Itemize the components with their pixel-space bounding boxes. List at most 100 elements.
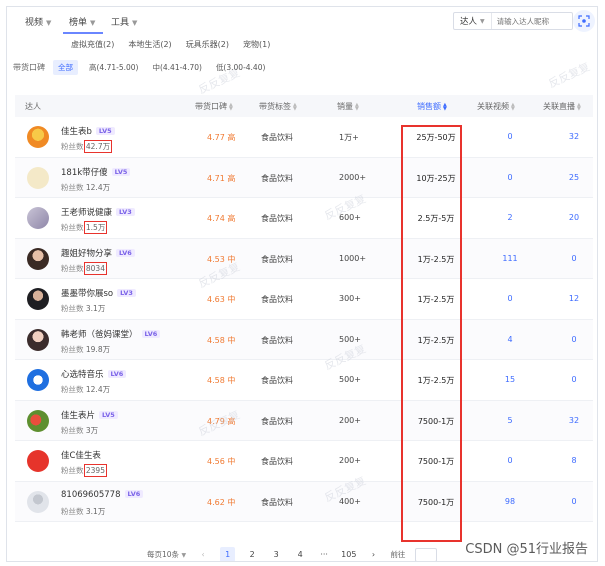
creator-name[interactable]: 心选特音乐 LV6 [61, 368, 127, 380]
table-row[interactable]: 佳生表片 LV5 粉丝数 3万 4.79 高食品饮料 200+ 7500-1万 5 32 [15, 400, 593, 441]
videos-link[interactable]: 0 [485, 132, 535, 141]
table-row[interactable]: 王老师说健康 LV3 粉丝数 1.5万 4.74 高食品饮料 600+ 2.5万-5万 2 2… [15, 198, 593, 239]
score-cell: 4.56 中 [207, 457, 236, 466]
next-page-button[interactable]: › [366, 550, 380, 559]
videos-link[interactable]: 98 [485, 497, 535, 506]
avatar[interactable] [27, 409, 49, 432]
avatar[interactable] [27, 166, 49, 189]
videos-link[interactable]: 5 [485, 416, 535, 425]
videos-link[interactable]: 0 [485, 173, 535, 182]
table-row[interactable]: 心选特音乐 LV6 粉丝数 12.4万 4.58 中 食品饮料 500+ 1万-2.5万 15… [15, 360, 593, 401]
tag-cell: 食品饮料 [261, 254, 293, 264]
page-button[interactable]: 3 [269, 550, 283, 559]
page-button[interactable]: 1 [220, 547, 236, 561]
avatar[interactable] [27, 369, 49, 391]
table-header: 达人 带货口碑 ▲ ▼ 带货标签 ▲ ▼ 销量 ▲ ▼ 销售额 ▲ ▼ 关联视频 ▲ ▼ 关联直播 ▲… [15, 95, 593, 117]
page-button[interactable]: 4 [293, 550, 307, 559]
videos-link[interactable]: 0 [485, 456, 535, 465]
header-lives[interactable]: 关联直播 ▲ ▼ [543, 101, 581, 112]
creator-name[interactable]: 王老师说健康 LV3 [61, 206, 135, 218]
dropdown-tools[interactable]: 工具 ▼ [111, 15, 137, 28]
table-row[interactable]: 佳生表b LV5 粉丝数 42.7万 4.77 高食品饮料 1万+ 25万-50万 0 32 [15, 117, 593, 158]
category-chip[interactable]: 宠物(1) [241, 38, 272, 51]
sales-cell: 200+ [339, 415, 361, 425]
creator-name[interactable]: 趣姐好物分享 LV6 [61, 247, 135, 259]
tier-chip-all[interactable]: 全部 [53, 60, 78, 75]
avatar[interactable] [27, 490, 49, 513]
avatar[interactable] [27, 288, 49, 310]
table-row[interactable]: 181k带仔傻 LV5 粉丝数 12.4万 4.71 高 食品饮料 2000+ 10万-25… [15, 157, 593, 198]
sort-icon: ▲ ▼ [511, 101, 515, 112]
page-button[interactable]: 105 [341, 550, 356, 559]
search-type-select[interactable]: 达人 ▼ [454, 13, 492, 29]
header-videos[interactable]: 关联视频 ▲ ▼ [477, 101, 515, 112]
gmv-cell: 1万-2.5万 [417, 335, 455, 345]
table-row[interactable]: 墨墨带你展so LV3 粉丝数 3.1万 4.63 中 食品饮料 300+ 1万-2.5万 0… [15, 279, 593, 320]
lives-link[interactable]: 32 [549, 132, 597, 141]
chevron-down-icon: ▼ [46, 19, 52, 27]
tag-cell: 食品饮料 [261, 173, 293, 183]
tag-cell: 食品饮料 [261, 133, 293, 142]
tier-chip-high[interactable]: 高(4.71-5.00) [86, 60, 141, 75]
table-row[interactable]: 佳C佳生表 粉丝数 2395 4.56 中食品饮料 200+ 7500-1万 0 8 [15, 441, 593, 482]
creator-name[interactable]: 佳生表片 LV5 [61, 409, 118, 421]
jump-page-input[interactable] [415, 547, 438, 561]
header-gmv[interactable]: 销售额 ▲ ▼ [417, 101, 447, 112]
header-tag[interactable]: 带货标签 ▲ ▼ [259, 101, 297, 112]
fans-value: 3.1万 [85, 304, 106, 313]
creator-name[interactable]: 佳C佳生表 [61, 449, 101, 461]
lives-link[interactable]: 8 [549, 456, 597, 465]
avatar[interactable] [27, 207, 49, 229]
videos-link[interactable]: 4 [485, 335, 535, 344]
tag-cell: 食品饮料 [261, 214, 293, 223]
header-sales[interactable]: 销量 ▲ ▼ [337, 101, 359, 112]
tier-chip-mid[interactable]: 中(4.41-4.70) [149, 60, 204, 75]
lives-link[interactable]: 0 [549, 254, 597, 263]
fans-count: 粉丝数 19.8万 [61, 344, 111, 354]
level-badge: LV6 [107, 370, 127, 378]
videos-link[interactable]: 0 [485, 294, 535, 303]
table-row[interactable]: 韩老师（爸妈课堂） LV6 粉丝数 19.8万 4.58 中 食品饮料 500+ 1万-2.… [15, 319, 593, 360]
creator-name[interactable]: 81069605778 LV6 [61, 489, 144, 500]
creator-name[interactable]: 181k带仔傻 LV5 [61, 166, 131, 178]
prev-page-button[interactable]: ‹ [196, 550, 210, 559]
avatar[interactable] [27, 247, 49, 270]
lives-link[interactable]: 12 [549, 294, 597, 303]
scan-button[interactable] [573, 10, 595, 32]
page-button[interactable]: 2 [245, 550, 259, 559]
tier-chip-low[interactable]: 低(3.00-4.40) [213, 60, 268, 75]
creator-name[interactable]: 墨墨带你展so LV3 [61, 287, 136, 299]
creator-name[interactable]: 佳生表b LV5 [61, 125, 115, 137]
dropdown-ranking[interactable]: 榜单 ▼ [69, 15, 95, 28]
tag-cell: 食品饮料 [261, 335, 293, 345]
header-creator: 达人 [25, 102, 41, 111]
avatar[interactable] [27, 450, 49, 472]
videos-link[interactable]: 15 [485, 375, 535, 384]
sort-icon: ▲ ▼ [443, 101, 447, 112]
lives-link[interactable]: 25 [549, 173, 597, 182]
avatar[interactable] [27, 328, 49, 351]
page-size-select[interactable]: 每页10条 ▼ [147, 549, 186, 560]
category-chip[interactable]: 玩具乐器(2) [184, 38, 231, 51]
sort-icon: ▲ ▼ [355, 101, 359, 112]
header-score[interactable]: 带货口碑 ▲ ▼ [195, 101, 233, 112]
lives-link[interactable]: 0 [549, 335, 597, 344]
tag-cell: 食品饮料 [261, 295, 293, 304]
lives-link[interactable]: 20 [549, 213, 597, 222]
score-cell: 4.74 高 [207, 214, 236, 223]
avatar[interactable] [27, 126, 49, 148]
creator-name[interactable]: 韩老师（爸妈课堂） LV6 [61, 328, 161, 340]
videos-link[interactable]: 111 [485, 254, 535, 263]
dropdown-video[interactable]: 视频 ▼ [25, 15, 51, 28]
search-input[interactable] [491, 16, 562, 26]
videos-link[interactable]: 2 [485, 213, 535, 222]
category-chip[interactable]: 本地生活(2) [126, 38, 173, 51]
table-row[interactable]: 81069605778 LV6 粉丝数 3.1万 4.62 中 食品饮料 400+ 7500… [15, 481, 593, 522]
page-ellipsis[interactable]: ··· [317, 550, 331, 559]
category-chip[interactable]: 虚拟充值(2) [69, 38, 116, 51]
lives-link[interactable]: 0 [549, 497, 597, 506]
lives-link[interactable]: 32 [549, 416, 597, 425]
category-filters: 虚拟充值(2) 本地生活(2) 玩具乐器(2) 宠物(1) [69, 38, 272, 51]
table-row[interactable]: 趣姐好物分享 LV6 粉丝数 8034 4.53 中 食品饮料 1000+ 1万-2.5万 1… [15, 238, 593, 279]
lives-link[interactable]: 0 [549, 375, 597, 384]
